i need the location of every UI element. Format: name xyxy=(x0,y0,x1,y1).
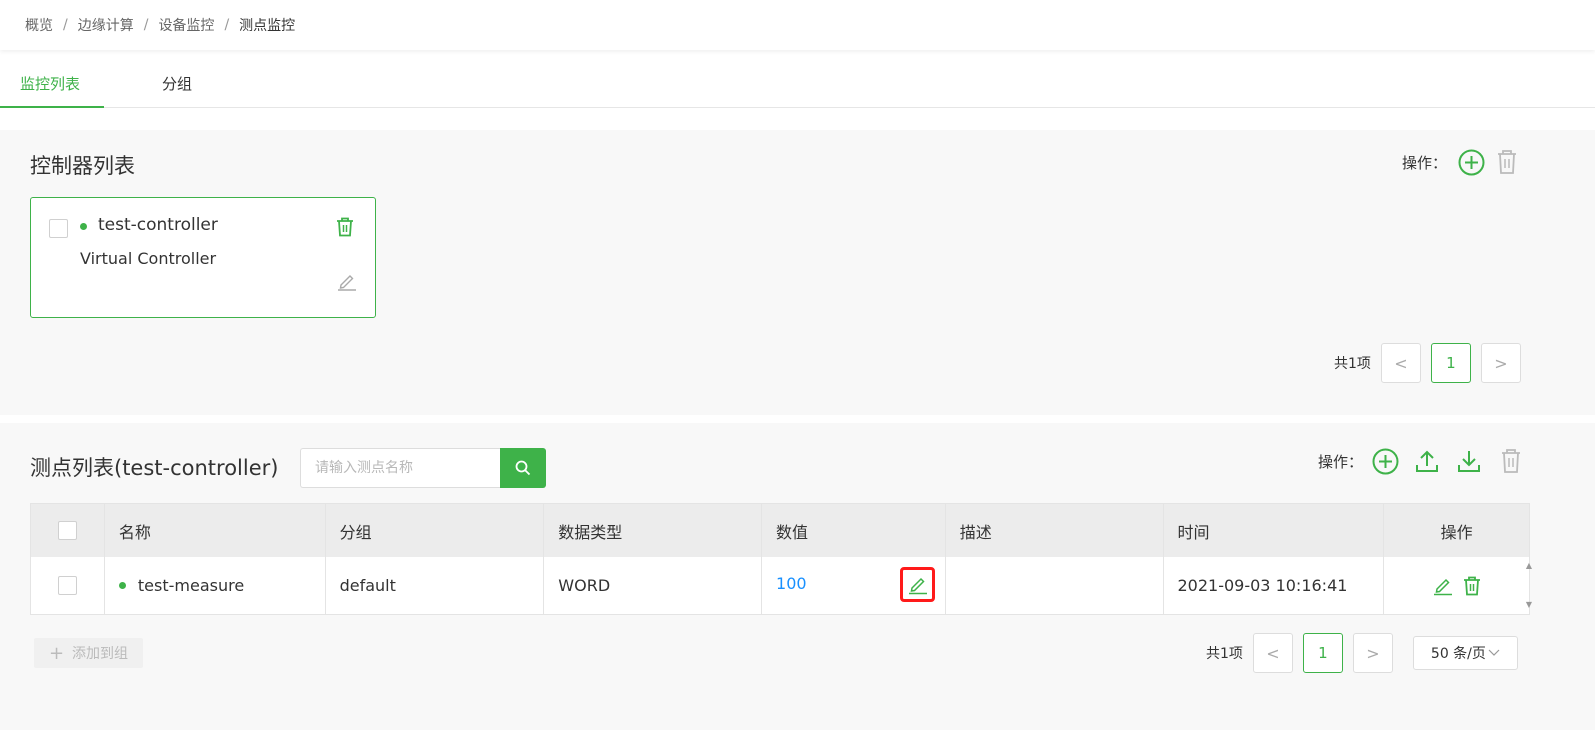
cell-time: 2021-09-03 10:16:41 xyxy=(1164,557,1385,614)
page-number-button[interactable]: 1 xyxy=(1430,343,1471,383)
add-circle-icon[interactable] xyxy=(1455,146,1487,178)
breadcrumb-item-edge-computing[interactable]: 边缘计算 xyxy=(78,15,134,35)
edit-pencil-icon[interactable] xyxy=(337,271,357,295)
tab-monitor-list[interactable]: 监控列表 xyxy=(0,58,104,108)
controller-section: 控制器列表 操作： test-controller Virtual Contro… xyxy=(0,130,1595,415)
delete-trash-icon[interactable] xyxy=(1491,146,1523,178)
breadcrumb: 概览 / 边缘计算 / 设备监控 / 测点监控 xyxy=(0,0,1595,50)
chevron-down-icon xyxy=(1488,649,1500,656)
controller-section-title: 控制器列表 xyxy=(30,154,135,178)
breadcrumb-item-device-monitoring[interactable]: 设备监控 xyxy=(158,15,214,35)
status-dot xyxy=(80,223,87,230)
controller-pagination: 共1项 < 1 > xyxy=(1334,343,1521,383)
breadcrumb-separator: / xyxy=(63,17,68,33)
measure-section-title: 测点列表(test-controller) xyxy=(30,456,279,480)
next-page-button[interactable]: > xyxy=(1352,633,1393,673)
trash-icon[interactable] xyxy=(336,217,354,241)
tab-group[interactable]: 分组 xyxy=(142,58,212,108)
plus-icon: + xyxy=(48,642,65,664)
measure-table: 名称 分组 数据类型 数值 描述 时间 操作 test-measure defa… xyxy=(30,503,1532,615)
ops-label: 操作： xyxy=(1318,452,1364,471)
header-value: 数值 xyxy=(762,504,946,557)
edit-pencil-icon xyxy=(908,577,927,594)
search-button[interactable] xyxy=(500,448,546,488)
measure-name: test-measure xyxy=(137,576,245,595)
controller-name: test-controller xyxy=(98,215,218,235)
download-icon[interactable] xyxy=(1453,445,1485,477)
cell-actions xyxy=(1384,557,1529,614)
page-size-select[interactable]: 50 条/页 xyxy=(1412,636,1518,670)
prev-page-button[interactable]: < xyxy=(1252,633,1293,673)
measure-search-input[interactable] xyxy=(300,448,500,488)
header-time: 时间 xyxy=(1164,504,1385,557)
row-checkbox[interactable] xyxy=(57,576,77,595)
breadcrumb-separator: / xyxy=(224,17,230,33)
cell-value: 100 xyxy=(762,557,946,614)
measure-pagination: 共1项 < 1 > 50 条/页 xyxy=(1206,633,1518,673)
upload-icon[interactable] xyxy=(1411,445,1443,477)
measure-section: 测点列表(test-controller) 操作： 名称 分组 数据类型 数值 … xyxy=(0,423,1595,730)
delete-trash-icon[interactable] xyxy=(1495,445,1527,477)
header-checkbox-cell xyxy=(31,504,105,557)
prev-page-button[interactable]: < xyxy=(1380,343,1421,383)
cell-data-type: WORD xyxy=(544,557,763,614)
select-all-checkbox[interactable] xyxy=(57,521,77,540)
header-actions: 操作 xyxy=(1440,522,1473,542)
controller-checkbox[interactable] xyxy=(49,219,68,238)
tab-bar: 监控列表 分组 xyxy=(0,58,1595,108)
ops-label: 操作： xyxy=(1402,153,1448,172)
add-circle-icon[interactable] xyxy=(1369,445,1401,477)
next-page-button[interactable]: > xyxy=(1480,343,1521,383)
pagination-total: 共1项 xyxy=(1334,356,1371,372)
search-icon xyxy=(515,460,531,476)
header-group: 分组 xyxy=(326,504,545,557)
search-bar xyxy=(300,448,546,488)
table-header: 名称 分组 数据类型 数值 描述 时间 操作 xyxy=(31,504,1529,557)
page-number-button[interactable]: 1 xyxy=(1302,633,1343,673)
controller-ops: 操作： xyxy=(1402,146,1523,178)
trash-icon[interactable] xyxy=(1463,576,1481,596)
page-size-value: 50 条/页 xyxy=(1430,646,1486,662)
cell-name: test-measure xyxy=(105,557,326,614)
measure-value-link[interactable]: 100 xyxy=(776,574,807,593)
controller-description: Virtual Controller xyxy=(80,249,217,268)
add-to-group-label: 添加到组 xyxy=(72,646,129,662)
breadcrumb-current: 测点监控 xyxy=(239,18,296,34)
controller-card[interactable]: test-controller Virtual Controller xyxy=(30,197,376,318)
cell-description xyxy=(946,557,1164,614)
breadcrumb-item-overview[interactable]: 概览 xyxy=(25,15,53,35)
add-to-group-button[interactable]: + 添加到组 xyxy=(34,638,143,668)
header-description: 描述 xyxy=(946,504,1164,557)
status-dot xyxy=(118,582,126,589)
table-row[interactable]: test-measure default WORD 100 2021-09-03… xyxy=(31,557,1532,614)
cell-group: default xyxy=(326,557,545,614)
row-checkbox-cell xyxy=(31,557,105,614)
edit-value-button[interactable] xyxy=(900,567,936,602)
header-data-type: 数据类型 xyxy=(544,504,763,557)
breadcrumb-separator: / xyxy=(143,17,149,33)
measure-ops: 操作： xyxy=(1318,445,1527,477)
header-name: 名称 xyxy=(105,504,326,557)
scroll-down-icon[interactable]: ▼ xyxy=(1526,600,1532,610)
scroll-up-icon[interactable]: ▲ xyxy=(1526,561,1532,571)
pagination-total: 共1项 xyxy=(1206,646,1243,662)
edit-pencil-icon[interactable] xyxy=(1433,576,1453,596)
